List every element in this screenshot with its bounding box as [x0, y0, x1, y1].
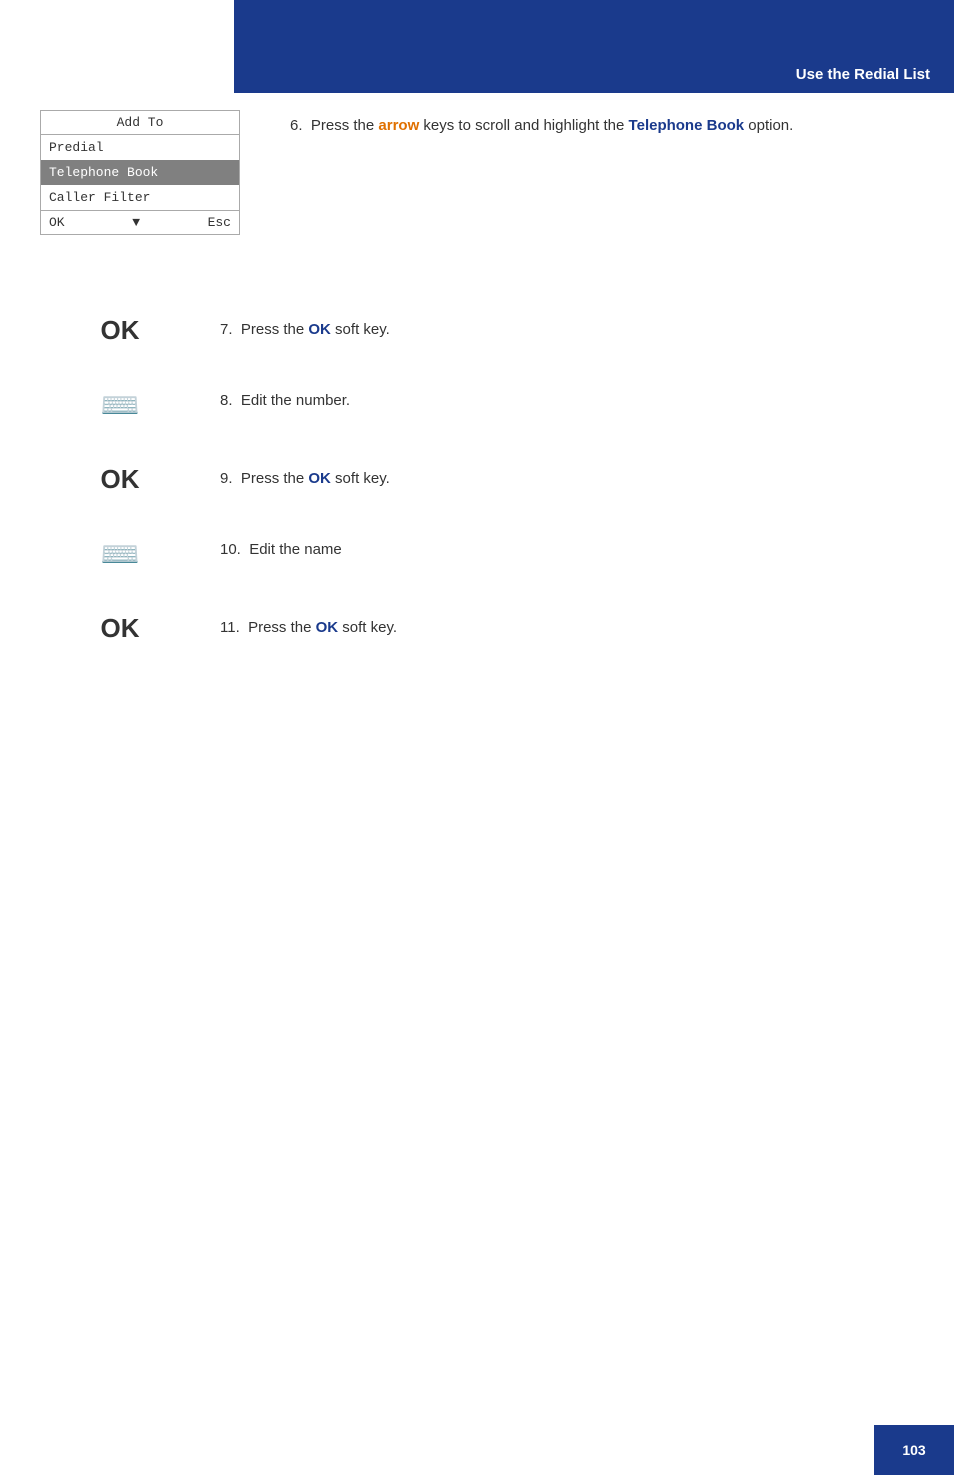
step-11-text: 11. Press the OK soft key. [220, 617, 914, 640]
step-9-content: 9. Press the OK soft key. [220, 464, 914, 491]
header-title: Use the Redial List [796, 66, 930, 83]
step-6-number: 6. [290, 117, 311, 134]
step-11-icon: OK [40, 613, 220, 644]
menu-header: Add To [41, 111, 239, 135]
menu-footer-ok: OK [49, 215, 65, 230]
step-10-content: 10. Edit the name [220, 535, 914, 562]
menu-item-caller-filter: Caller Filter [41, 185, 239, 210]
step-9-icon: OK [40, 464, 220, 495]
menu-footer: OK ▼ Esc [41, 210, 239, 234]
step-6-arrow-keyword: arrow [378, 117, 419, 134]
step-7-number: 7. [220, 321, 241, 338]
page-number-bar: 103 [874, 1425, 954, 1475]
step-9-text: 9. Press the OK soft key. [220, 468, 914, 491]
menu-footer-esc: Esc [208, 215, 231, 230]
menu-column: Add To Predial Telephone Book Caller Fil… [40, 110, 260, 265]
step-7-icon: OK [40, 315, 220, 346]
ok-icon-11: OK [101, 613, 140, 644]
menu-footer-arrow: ▼ [132, 215, 140, 230]
step-8-number: 8. [220, 392, 241, 409]
step-11-row: OK 11. Press the OK soft key. [40, 613, 914, 644]
top-row: Add To Predial Telephone Book Caller Fil… [40, 110, 914, 265]
page-number: 103 [902, 1442, 925, 1458]
step-10-row: ⌨️ 10. Edit the name [40, 535, 914, 573]
menu-item-telephone-book: Telephone Book [41, 160, 239, 185]
step-9-number: 9. [220, 470, 241, 487]
step-7-content: 7. Press the OK soft key. [220, 315, 914, 342]
header-bar: Use the Redial List [234, 0, 954, 93]
step-8-row: ⌨️ 8. Edit the number. [40, 386, 914, 424]
step-8-text: 8. Edit the number. [220, 390, 914, 413]
step-11-content: 11. Press the OK soft key. [220, 613, 914, 640]
ok-icon-9: OK [101, 464, 140, 495]
ok-icon-7: OK [101, 315, 140, 346]
step-11-ok-keyword: OK [316, 619, 339, 636]
step-10-text: 10. Edit the name [220, 539, 914, 562]
step-10-icon: ⌨️ [40, 535, 220, 573]
step-8-icon: ⌨️ [40, 386, 220, 424]
keyboard-icon-8: ⌨️ [100, 386, 140, 424]
keyboard-icon-10: ⌨️ [100, 535, 140, 573]
step-8-content: 8. Edit the number. [220, 386, 914, 413]
step-6-telephone-book-keyword: Telephone Book [629, 117, 745, 134]
step-6-content: 6. Press the arrow keys to scroll and hi… [260, 110, 914, 138]
step-7-ok-keyword: OK [308, 321, 331, 338]
step-11-number: 11. [220, 619, 248, 636]
main-content: Add To Predial Telephone Book Caller Fil… [40, 110, 914, 684]
step-10-number: 10. [220, 541, 249, 558]
menu-item-predial: Predial [41, 135, 239, 160]
step-9-row: OK 9. Press the OK soft key. [40, 464, 914, 495]
step-9-ok-keyword: OK [308, 470, 331, 487]
steps-section: OK 7. Press the OK soft key. ⌨️ 8. Edit … [40, 315, 914, 684]
step-7-text: 7. Press the OK soft key. [220, 319, 914, 342]
step-7-row: OK 7. Press the OK soft key. [40, 315, 914, 346]
menu-box: Add To Predial Telephone Book Caller Fil… [40, 110, 240, 235]
left-decorative-bar [0, 0, 218, 93]
step-6-text: 6. Press the arrow keys to scroll and hi… [290, 115, 914, 138]
